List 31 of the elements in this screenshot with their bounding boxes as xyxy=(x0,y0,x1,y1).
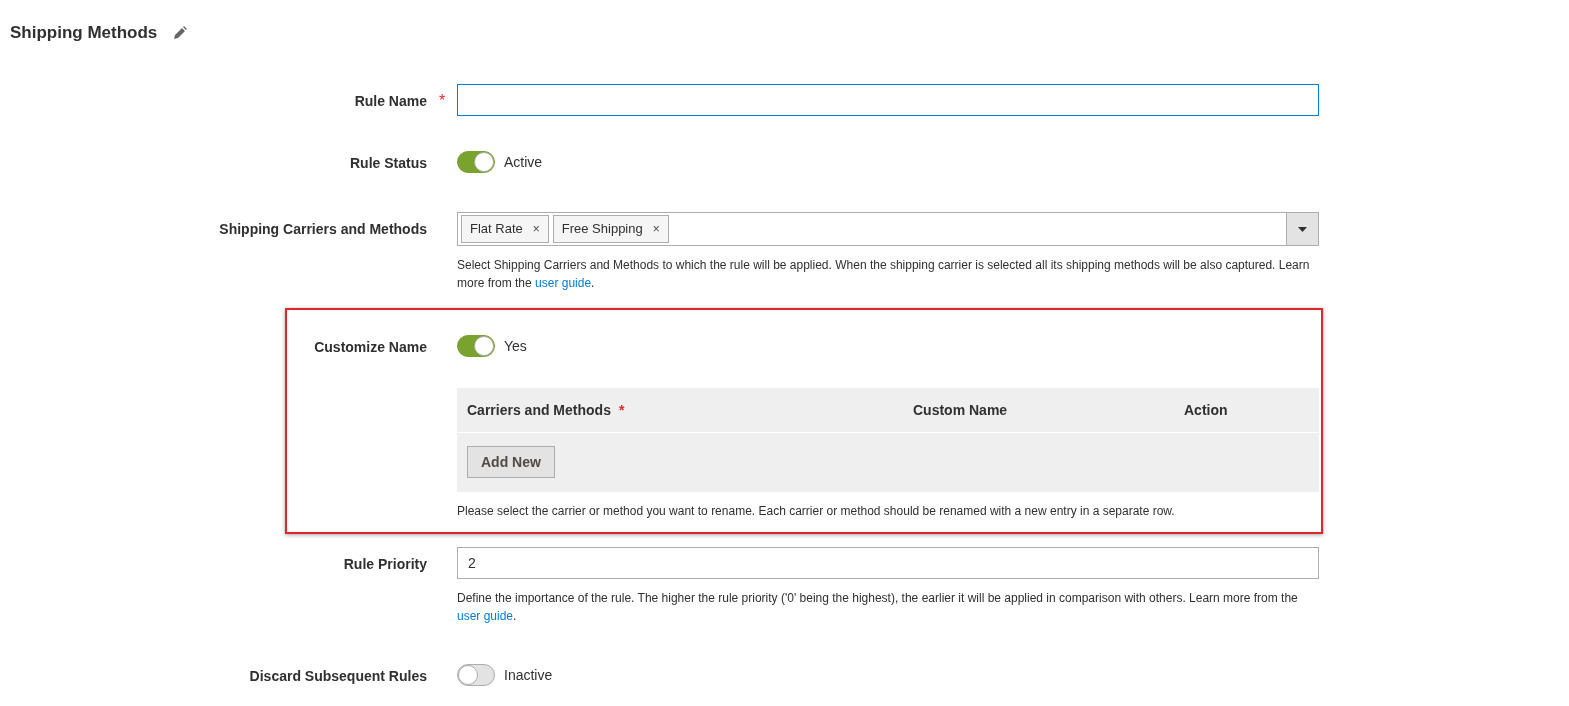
text-input[interactable] xyxy=(457,84,1319,116)
help-text: Please select the carrier or method you want to rename. Each carrier or method should be renamed with a new entry in a separate row. xyxy=(457,503,1176,520)
required-mark: * xyxy=(618,401,625,418)
toggle-switch[interactable] xyxy=(457,151,495,173)
toggle-state: Inactive xyxy=(504,665,553,685)
page-title: Shipping Methods xyxy=(10,22,158,44)
multiselect-field[interactable]: Flat Rate × Free Shipping × xyxy=(457,212,1319,246)
field-label: Rule Name xyxy=(354,93,427,109)
toggle-switch[interactable] xyxy=(457,335,495,357)
help-text: Define the importance of the rule. The higher the rule priority ('0' being the highest), the earlier it will be applied in comparison with others. Learn more from the user guide. xyxy=(457,590,1299,625)
user-guide-link[interactable]: user guide xyxy=(457,609,514,623)
toggle-state: Active xyxy=(504,152,543,172)
toggle-state: Yes xyxy=(504,336,527,356)
field-label: Shipping Carriers and Methods xyxy=(219,221,427,237)
column-header: Carriers and Methods xyxy=(467,401,611,418)
field-label: Discard Subsequent Rules xyxy=(249,668,427,684)
toggle-switch[interactable] xyxy=(457,664,495,686)
required-mark: * xyxy=(438,92,446,109)
column-header: Action xyxy=(1184,401,1228,418)
dropdown-button[interactable] xyxy=(1286,213,1318,245)
caret-icon xyxy=(1298,226,1307,232)
selected-tag[interactable]: Flat Rate × xyxy=(461,215,549,243)
column-header: Custom Name xyxy=(913,401,1008,418)
text-input[interactable]: 2 xyxy=(457,547,1319,579)
field-label: Rule Priority xyxy=(343,556,427,572)
field-label: Customize Name xyxy=(314,339,427,355)
selected-tag[interactable]: Free Shipping × xyxy=(552,215,669,243)
help-text: Select Shipping Carriers and Methods to which the rule will be applied. When the shipping carrier is selected all its shipping methods will be also captured. Learn more from the user guide. xyxy=(457,257,1311,292)
add-new-button[interactable]: Add New xyxy=(467,446,555,478)
edit-icon[interactable] xyxy=(173,26,188,40)
field-label: Rule Status xyxy=(350,155,427,171)
